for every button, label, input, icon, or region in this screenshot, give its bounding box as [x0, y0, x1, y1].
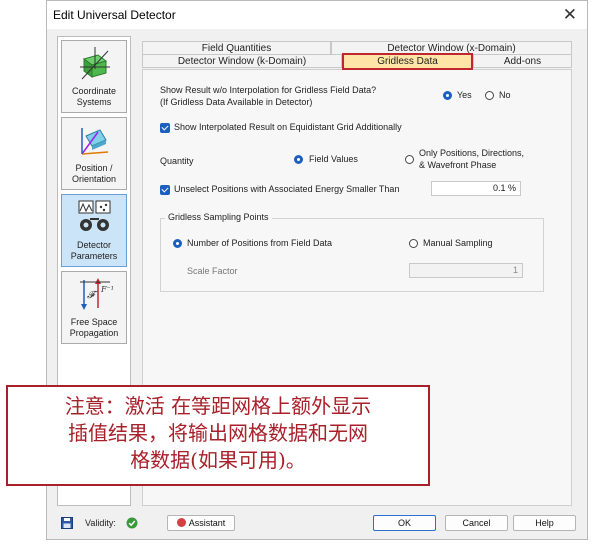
no-label: No	[499, 90, 511, 100]
field-values-label: Field Values	[309, 154, 358, 164]
svg-text:𝓕: 𝓕	[87, 290, 98, 301]
window-title: Edit Universal Detector	[53, 8, 176, 22]
coordinate-systems-icon	[80, 47, 110, 80]
tab-field-quantities[interactable]: Field Quantities	[142, 41, 331, 55]
annotation-callout: 注意：激活 在等距网格上额外显示 插值结果，将输出网格数据和无网 格数据(如果可…	[6, 385, 430, 486]
unselect-positions-checkbox[interactable]	[160, 185, 170, 195]
quantity-label: Quantity	[160, 156, 194, 166]
show-interpolated-checkbox[interactable]	[160, 123, 170, 133]
yes-radio[interactable]	[443, 91, 452, 100]
sidebar-item-label: Propagation	[69, 328, 119, 338]
validity-label: Validity:	[85, 518, 116, 528]
save-icon[interactable]	[61, 517, 73, 529]
help-button[interactable]: Help	[513, 515, 576, 531]
yes-label: Yes	[457, 90, 472, 100]
only-positions-sublabel: & Wavefront Phase	[419, 160, 497, 170]
no-radio[interactable]	[485, 91, 494, 100]
scale-factor-input[interactable]: 1	[409, 263, 523, 278]
tab-detector-window-k[interactable]: Detector Window (k-Domain)	[142, 54, 342, 68]
annotation-line: 注意：激活 在等距网格上额外显示	[64, 394, 372, 418]
detector-parameters-icon	[78, 200, 111, 231]
svg-text:F⁻¹: F⁻¹	[100, 285, 114, 294]
manual-sampling-radio[interactable]	[409, 239, 418, 248]
ok-button[interactable]: OK	[373, 515, 436, 531]
only-positions-radio[interactable]	[405, 155, 414, 164]
position-orientation-icon	[81, 128, 109, 155]
footer-bar: Validity: Assistant OK Cancel Help	[47, 507, 587, 539]
sidebar-item-label: Parameters	[70, 251, 118, 261]
cancel-button[interactable]: Cancel	[445, 515, 508, 531]
check-circle-icon	[126, 517, 138, 529]
close-icon[interactable]: ✕	[563, 5, 577, 25]
assistant-button[interactable]: Assistant	[167, 515, 235, 531]
assistant-button-label: Assistant	[188, 518, 226, 528]
sidebar-item-coordinate-systems[interactable]: Coordinate Systems	[61, 40, 127, 113]
sidebar-item-label: Free Space	[70, 317, 118, 327]
annotation-line: 插值结果，将输出网格数据和无网	[68, 421, 368, 445]
sidebar-item-label: Coordinate	[71, 86, 117, 96]
sidebar-item-label: Position /	[75, 163, 113, 173]
sidebar-item-label: Orientation	[71, 174, 117, 184]
only-positions-label: Only Positions, Directions,	[419, 148, 525, 158]
sidebar-item-label: Systems	[76, 97, 112, 107]
manual-sampling-label: Manual Sampling	[423, 238, 493, 248]
number-positions-label: Number of Positions from Field Data	[187, 238, 333, 248]
sidebar-item-free-space-propagation[interactable]: 𝓕 F⁻¹ Free Space Propagation	[61, 271, 127, 344]
scale-factor-label: Scale Factor	[187, 266, 238, 276]
sidebar-item-detector-parameters[interactable]: Detector Parameters	[61, 194, 127, 267]
number-positions-radio[interactable]	[173, 239, 182, 248]
sidebar-item-position-orientation[interactable]: Position / Orientation	[61, 117, 127, 190]
free-space-propagation-icon: 𝓕 F⁻¹	[80, 278, 114, 310]
assistant-icon	[176, 518, 186, 527]
tab-addons[interactable]: Add-ons	[473, 54, 572, 68]
show-interpolated-label: Show Interpolated Result on Equidistant …	[174, 122, 402, 132]
show-result-label: Show Result w/o Interpolation for Gridle…	[160, 85, 377, 95]
field-values-radio[interactable]	[294, 155, 303, 164]
energy-threshold-input[interactable]: 0.1 %	[431, 181, 521, 196]
gridless-sampling-group: Gridless Sampling Points Number of Posit…	[160, 212, 544, 292]
tab-bar: Field Quantities Detector Window (x-Doma…	[142, 41, 572, 71]
tab-gridless-data[interactable]: Gridless Data	[342, 53, 473, 70]
gridless-sampling-group-label: Gridless Sampling Points	[165, 212, 272, 222]
unselect-positions-label: Unselect Positions with Associated Energ…	[174, 184, 400, 194]
title-bar: Edit Universal Detector ✕	[47, 1, 587, 29]
annotation-line: 格数据(如果可用)。	[130, 448, 306, 472]
show-result-sublabel: (If Gridless Data Available in Detector)	[160, 97, 313, 107]
sidebar-item-label: Detector	[76, 240, 111, 250]
